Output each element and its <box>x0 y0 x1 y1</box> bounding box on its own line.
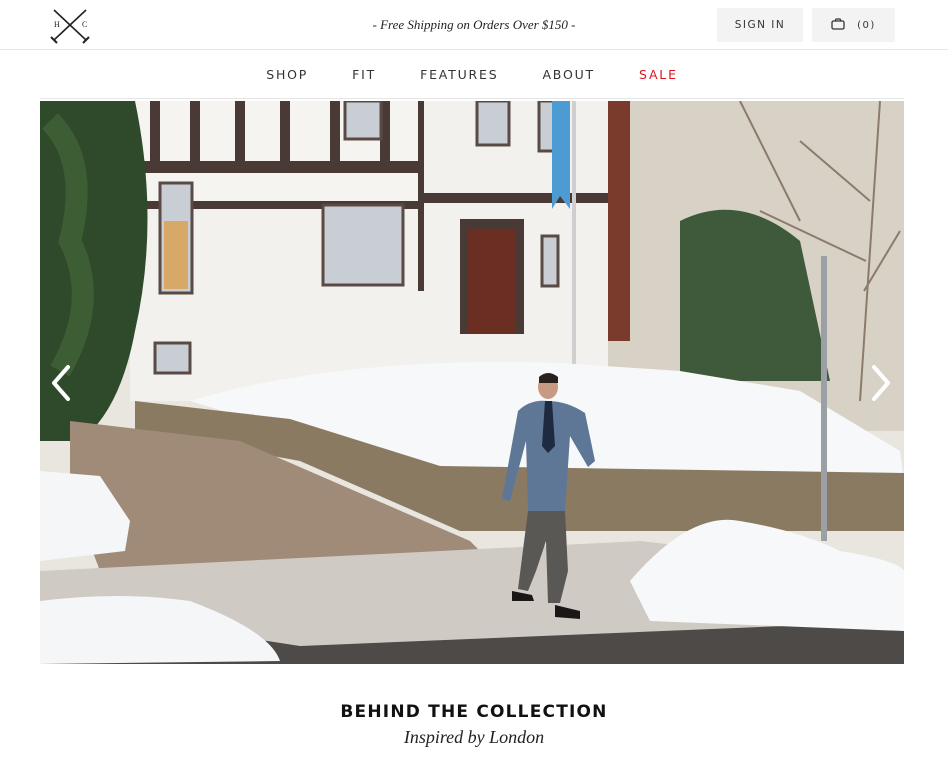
section-subtitle: Inspired by London <box>403 727 545 747</box>
section-title: BEHIND THE COLLECTION <box>340 702 608 722</box>
cart-button[interactable]: (0) <box>812 8 895 42</box>
main-nav: SHOP FIT FEATURES ABOUT SALE <box>40 50 904 99</box>
nav-item-fit[interactable]: FIT <box>330 67 398 82</box>
shipping-banner: - Free Shipping on Orders Over $150 - <box>372 17 576 32</box>
chevron-right-icon[interactable] <box>866 363 896 403</box>
cart-count: (0) <box>857 19 876 31</box>
chevron-left-icon[interactable] <box>46 363 76 403</box>
hero-image <box>40 101 904 664</box>
nav-item-sale[interactable]: SALE <box>617 67 700 82</box>
shopping-bag-icon <box>831 17 845 33</box>
nav-item-about[interactable]: ABOUT <box>520 67 617 82</box>
hero-photo-illustration <box>40 101 904 664</box>
sign-in-button[interactable]: SIGN IN <box>717 8 803 42</box>
nav-item-shop[interactable]: SHOP <box>244 67 330 82</box>
top-bar: H C - Free Shipping on Orders Over $150 … <box>0 0 948 50</box>
nav-item-features[interactable]: FEATURES <box>398 67 520 82</box>
